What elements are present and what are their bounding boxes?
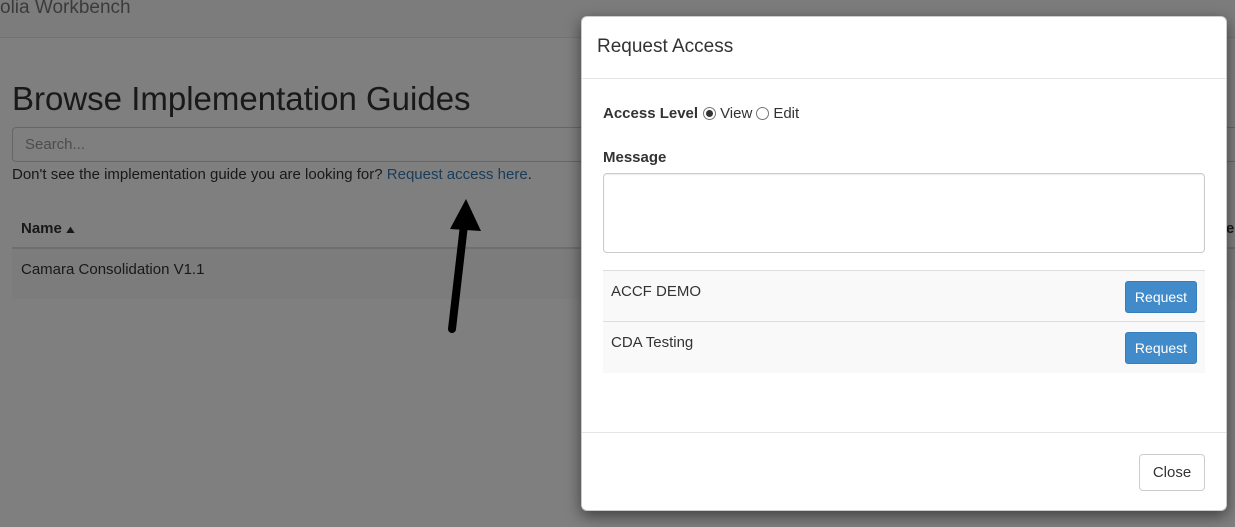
- request-button[interactable]: Request: [1125, 281, 1197, 313]
- message-textarea[interactable]: [603, 173, 1205, 253]
- modal-body: Access Level View Edit Message ACCF DEMO…: [582, 79, 1226, 432]
- guide-list: ACCF DEMO Request CDA Testing Request: [603, 270, 1205, 373]
- radio-view[interactable]: [703, 107, 717, 120]
- message-label: Message: [603, 149, 667, 166]
- list-item: ACCF DEMO Request: [603, 270, 1205, 321]
- guide-name: CDA Testing: [611, 334, 694, 351]
- modal-footer: Close: [582, 432, 1226, 510]
- modal-header: Request Access: [582, 17, 1226, 79]
- radio-view-label[interactable]: View: [720, 105, 752, 122]
- request-button[interactable]: Request: [1125, 332, 1197, 364]
- list-item: CDA Testing Request: [603, 321, 1205, 373]
- access-level-row: Access Level View Edit: [603, 105, 803, 122]
- radio-edit-label[interactable]: Edit: [773, 105, 799, 122]
- request-access-modal: Request Access Access Level View Edit Me…: [581, 16, 1227, 511]
- modal-title: Request Access: [597, 36, 734, 57]
- guide-name: ACCF DEMO: [611, 283, 701, 300]
- close-button[interactable]: Close: [1139, 454, 1205, 491]
- access-level-label: Access Level: [603, 105, 699, 122]
- radio-edit[interactable]: [756, 107, 770, 120]
